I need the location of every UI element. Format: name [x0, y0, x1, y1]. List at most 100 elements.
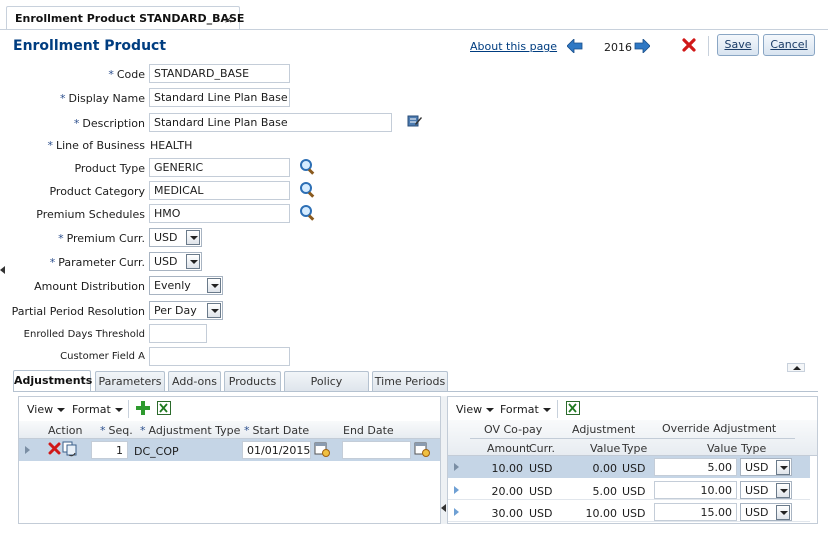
save-button[interactable]: Save	[717, 34, 759, 56]
cancel-button[interactable]: Cancel	[763, 34, 815, 56]
code-label: * Code	[108, 68, 145, 81]
chevron-down-icon[interactable]	[186, 230, 200, 245]
document-tab-title: Enrollment Product STANDARD_BASE	[15, 12, 245, 25]
override-value-field[interactable]: 5.00	[654, 458, 737, 476]
cancel-x-icon[interactable]	[682, 38, 696, 52]
collapse-up-button[interactable]	[787, 363, 805, 372]
amount-distribution-label: Amount Distribution	[34, 280, 145, 293]
adjustment-type-cell: DC_COP	[134, 445, 179, 458]
description-label: * Description	[73, 117, 145, 130]
end-date-field[interactable]	[342, 441, 411, 459]
search-icon[interactable]	[299, 204, 315, 220]
col-amount[interactable]: Amount	[487, 442, 530, 455]
start-date-field[interactable]: 01/01/2015	[242, 441, 311, 459]
col-curr[interactable]: Curr.	[529, 442, 555, 455]
tab-policy-accounts[interactable]: Policy Accounts	[284, 371, 369, 407]
line-of-business-value: HEALTH	[150, 139, 193, 152]
row-selector-icon[interactable]	[453, 507, 461, 517]
toolbar-separator	[128, 400, 129, 418]
chevron-down-icon[interactable]	[207, 303, 221, 318]
description-field[interactable]: Standard Line Plan Base	[149, 113, 392, 132]
about-page-link[interactable]: About this page	[470, 40, 557, 53]
copy-icon[interactable]	[62, 441, 78, 457]
value-cell: 5.00	[592, 485, 618, 498]
close-tab-icon[interactable]: ×	[224, 13, 233, 26]
partial-period-resolution-select[interactable]: Per Day	[149, 301, 223, 320]
row-selector-icon[interactable]	[453, 485, 461, 495]
product-category-label: Product Category	[49, 185, 145, 198]
chevron-down-icon[interactable]	[207, 278, 221, 293]
chevron-down-icon[interactable]	[776, 460, 790, 475]
type-cell: USD	[622, 507, 646, 520]
tab-time-periods[interactable]: Time Periods	[372, 371, 448, 391]
year-label: 2016	[604, 41, 632, 54]
row-selector-icon[interactable]	[453, 462, 461, 472]
value-cell: 0.00	[592, 462, 618, 475]
format-menu[interactable]: Format	[72, 403, 123, 416]
premium-curr-label: * Premium Curr.	[58, 232, 145, 245]
calendar-icon[interactable]	[414, 442, 430, 457]
chevron-down-icon[interactable]	[186, 254, 200, 269]
partial-period-resolution-label: Partial Period Resolution	[11, 305, 145, 318]
page-title: Enrollment Product	[13, 38, 167, 54]
prev-arrow-icon[interactable]	[567, 39, 583, 53]
chevron-down-icon[interactable]	[776, 483, 790, 498]
col-group-ov-copay: OV Co-pay	[484, 423, 543, 436]
search-icon[interactable]	[299, 181, 315, 197]
col-override-value[interactable]: Value	[707, 442, 737, 455]
premium-curr-select[interactable]: USD	[149, 228, 202, 247]
override-value-field[interactable]: 10.00	[654, 481, 737, 499]
product-category-field[interactable]: MEDICAL	[149, 181, 290, 200]
col-override-type[interactable]: Type	[741, 442, 766, 455]
view-menu[interactable]: View	[456, 403, 495, 416]
tab-parameters[interactable]: Parameters	[95, 371, 165, 391]
col-group-adjustment: Adjustment	[572, 423, 636, 436]
export-excel-icon[interactable]	[566, 401, 580, 415]
format-menu[interactable]: Format	[500, 403, 551, 416]
override-type-select[interactable]: USD	[740, 458, 792, 476]
customer-field-a-field[interactable]	[149, 347, 290, 366]
product-type-field[interactable]: GENERIC	[149, 158, 290, 177]
amount-distribution-select[interactable]: Evenly	[149, 276, 223, 295]
export-excel-icon[interactable]	[157, 401, 171, 415]
parameter-curr-select[interactable]: USD	[149, 252, 202, 271]
enrolled-days-threshold-field[interactable]	[149, 324, 207, 343]
premium-schedules-field[interactable]: HMO	[149, 204, 290, 223]
col-type[interactable]: Type	[622, 442, 647, 455]
search-icon[interactable]	[299, 158, 315, 174]
code-field[interactable]: STANDARD_BASE	[149, 64, 290, 83]
tab-adjustments[interactable]: Adjustments	[13, 370, 92, 392]
toolbar-separator	[708, 36, 709, 56]
header-divider	[470, 438, 795, 439]
seq-field[interactable]: 1	[91, 441, 128, 459]
delete-icon[interactable]	[48, 442, 61, 455]
tab-divider	[0, 29, 828, 30]
tab-products[interactable]: Products	[224, 371, 281, 391]
tab-add-ons[interactable]: Add-ons	[168, 371, 221, 391]
calendar-icon[interactable]	[314, 442, 330, 457]
product-type-label: Product Type	[74, 162, 145, 175]
row-selector-icon[interactable]	[24, 445, 32, 455]
override-type-select[interactable]: USD	[740, 503, 792, 521]
curr-cell: USD	[529, 462, 553, 475]
override-value-field[interactable]: 15.00	[654, 503, 737, 521]
chevron-down-icon[interactable]	[776, 505, 790, 520]
parameter-curr-label: * Parameter Curr.	[49, 256, 145, 269]
col-start-date[interactable]: * Start Date	[244, 424, 309, 437]
next-arrow-icon[interactable]	[634, 39, 650, 53]
col-adjustment-type[interactable]: * Adjustment Type	[140, 424, 240, 437]
note-edit-icon[interactable]	[406, 114, 422, 128]
col-group-override: Override Adjustment	[662, 422, 777, 435]
override-type-select[interactable]: USD	[740, 481, 792, 499]
col-end-date[interactable]: End Date	[343, 424, 394, 437]
curr-cell: USD	[529, 507, 553, 520]
tab-bar-line	[13, 391, 818, 392]
col-value[interactable]: Value	[590, 442, 620, 455]
display-name-field[interactable]: Standard Line Plan Base	[149, 88, 290, 107]
document-tab[interactable]: Enrollment Product STANDARD_BASE ×	[6, 6, 244, 30]
amount-cell: 10.00	[491, 462, 524, 475]
line-of-business-label: * Line of Business	[47, 139, 145, 152]
col-seq[interactable]: * Seq.	[100, 424, 133, 437]
view-menu[interactable]: View	[27, 403, 66, 416]
add-icon[interactable]	[136, 401, 150, 415]
